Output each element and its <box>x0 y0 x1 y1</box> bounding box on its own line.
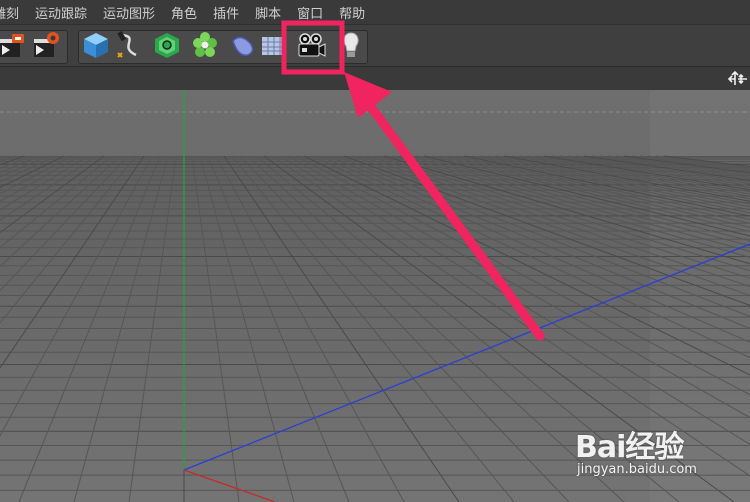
camera-icon <box>298 33 326 57</box>
viewport-navigation-icon[interactable] <box>728 71 748 87</box>
camera-button[interactable] <box>296 29 326 61</box>
subdivision-icon <box>155 33 179 58</box>
watermark-brand: Bai经验 <box>575 430 684 465</box>
deformer-button[interactable] <box>228 29 258 61</box>
floor-grid-icon <box>262 37 286 55</box>
menu-sculpt[interactable]: 雕刻 <box>0 3 27 22</box>
viewport-header <box>0 66 750 91</box>
menu-plugins[interactable]: 插件 <box>205 3 247 22</box>
cube-button[interactable] <box>81 29 111 61</box>
light-icon <box>343 32 359 57</box>
menu-bar: 雕刻 运动跟踪 运动图形 角色 插件 脚本 窗口 帮助 <box>0 0 750 24</box>
menu-character[interactable]: 角色 <box>163 3 205 22</box>
subdivision-button[interactable] <box>152 29 182 61</box>
baidu-jingyan-watermark: Bai经验 jingyan.baidu.com <box>575 418 745 488</box>
cloner-icon <box>193 32 217 57</box>
menu-mograph[interactable]: 运动图形 <box>95 3 163 22</box>
toolbar <box>0 24 750 67</box>
cube-icon <box>84 33 108 58</box>
floor-button[interactable] <box>259 29 289 61</box>
pen-spline-icon <box>117 31 137 58</box>
deformer-icon <box>232 36 254 56</box>
light-button[interactable] <box>336 29 366 61</box>
render-region-button[interactable] <box>0 29 28 61</box>
menu-help[interactable]: 帮助 <box>331 3 373 22</box>
render-region-icon <box>0 34 24 57</box>
spline-pen-button[interactable] <box>114 29 144 61</box>
menu-script[interactable]: 脚本 <box>247 3 289 22</box>
render-settings-icon <box>34 32 59 57</box>
menu-window[interactable]: 窗口 <box>289 3 331 22</box>
watermark-url: jingyan.baidu.com <box>577 462 697 477</box>
render-settings-button[interactable] <box>32 29 62 61</box>
menu-motion-tracking[interactable]: 运动跟踪 <box>27 3 95 22</box>
cloner-button[interactable] <box>190 29 220 61</box>
